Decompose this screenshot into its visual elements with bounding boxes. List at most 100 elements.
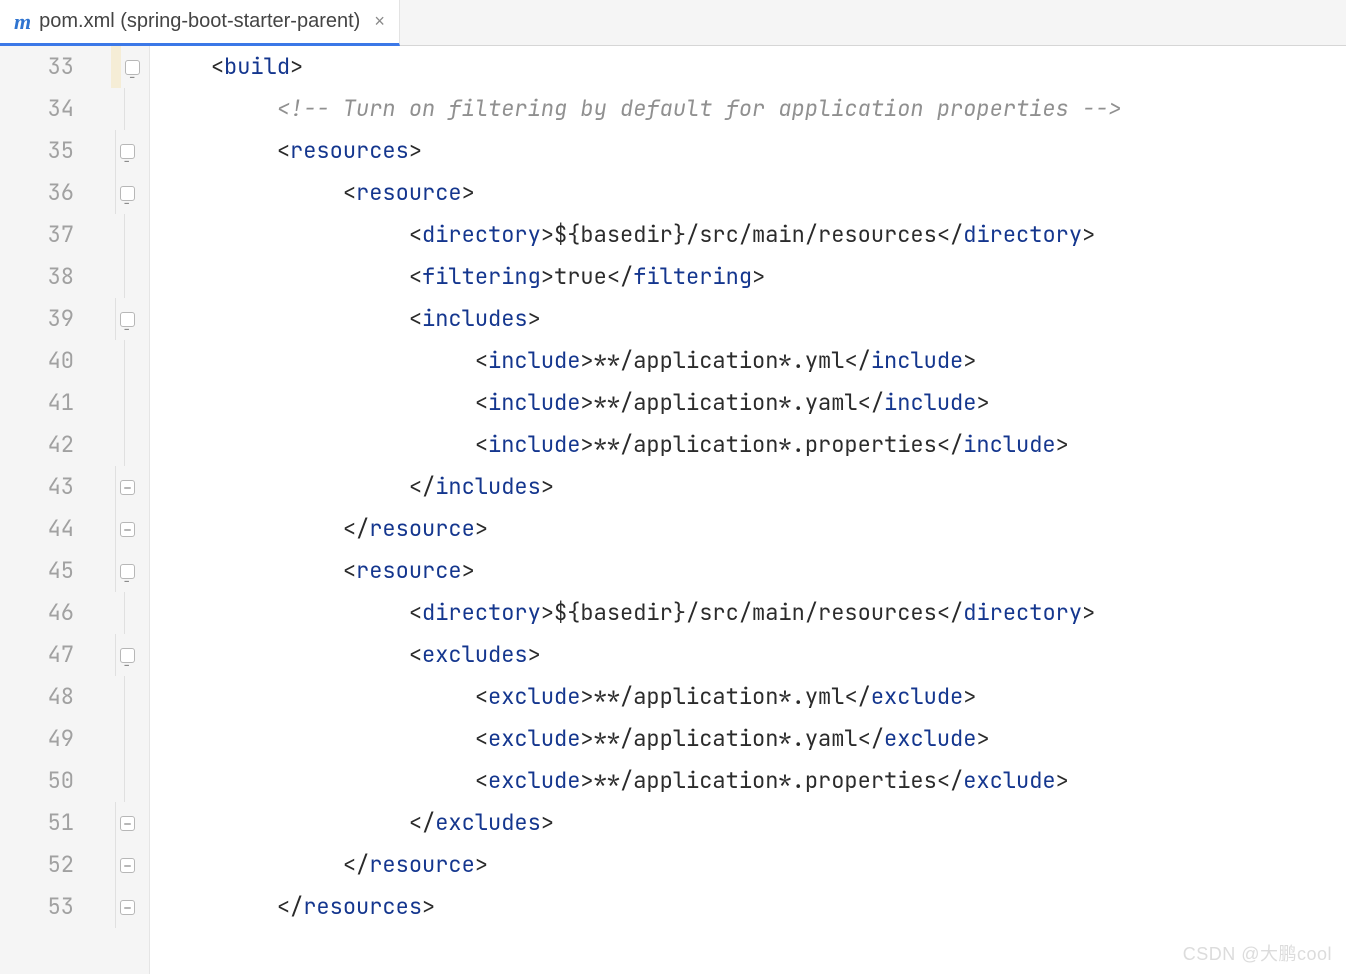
code-token: >: [409, 136, 422, 165]
code-token: </: [937, 220, 963, 249]
line-number: 34: [0, 88, 74, 130]
code-line[interactable]: <resource>: [158, 172, 1346, 214]
xml-tag-name: exclude: [963, 766, 1055, 795]
code-token: <: [475, 346, 488, 375]
line-number: 44: [0, 508, 74, 550]
code-line[interactable]: <directory>${basedir}/src/main/resources…: [158, 214, 1346, 256]
code-line[interactable]: <resource>: [158, 550, 1346, 592]
code-token: </: [343, 514, 369, 543]
xml-tag-name: include: [488, 388, 580, 417]
code-token: <: [409, 640, 422, 669]
fold-cell[interactable]: [92, 844, 149, 886]
code-token: <: [409, 304, 422, 333]
fold-cell[interactable]: [92, 508, 149, 550]
line-number: 53: [0, 886, 74, 928]
fold-cell[interactable]: [92, 634, 149, 676]
code-token: </: [844, 346, 870, 375]
xml-tag-name: resource: [369, 514, 475, 543]
code-token: **/application*.yml: [594, 346, 845, 375]
code-line[interactable]: <filtering>true</filtering>: [158, 256, 1346, 298]
fold-cell[interactable]: [92, 886, 149, 928]
code-token: >: [580, 724, 593, 753]
code-token: >: [1056, 766, 1069, 795]
code-token: >: [541, 262, 554, 291]
code-token: </: [937, 766, 963, 795]
xml-tag-name: exclude: [488, 766, 580, 795]
fold-cell[interactable]: [92, 298, 149, 340]
code-token: >: [580, 766, 593, 795]
line-number: 52: [0, 844, 74, 886]
code-token: <: [475, 388, 488, 417]
code-line[interactable]: </resource>: [158, 508, 1346, 550]
fold-cell[interactable]: [92, 172, 149, 214]
fold-collapse-icon: [120, 144, 135, 159]
fold-cell: [92, 340, 149, 382]
code-token: >: [541, 598, 554, 627]
xml-tag-name: exclude: [871, 682, 963, 711]
fold-cell[interactable]: [92, 550, 149, 592]
code-token: ${basedir}/src/main/resources: [554, 220, 937, 249]
code-line[interactable]: </includes>: [158, 466, 1346, 508]
xml-tag-name: exclude: [884, 724, 976, 753]
code-line[interactable]: <exclude>**/application*.yml</exclude>: [158, 676, 1346, 718]
tab-bar: m pom.xml (spring-boot-starter-parent) ×: [0, 0, 1346, 46]
xml-tag-name: resource: [369, 850, 475, 879]
line-number: 49: [0, 718, 74, 760]
line-number: 37: [0, 214, 74, 256]
code-token: **/application*.properties: [594, 430, 937, 459]
code-token: </: [937, 430, 963, 459]
xml-tag-name: filtering: [422, 262, 541, 291]
code-line[interactable]: <includes>: [158, 298, 1346, 340]
code-token: >: [580, 388, 593, 417]
xml-tag-name: excludes: [422, 640, 528, 669]
xml-tag-name: exclude: [488, 682, 580, 711]
code-line[interactable]: <resources>: [158, 130, 1346, 172]
code-line[interactable]: <include>**/application*.yaml</include>: [158, 382, 1346, 424]
code-line[interactable]: <exclude>**/application*.yaml</exclude>: [158, 718, 1346, 760]
code-token: >: [541, 808, 554, 837]
code-token: </: [937, 598, 963, 627]
code-line[interactable]: <excludes>: [158, 634, 1346, 676]
xml-tag-name: resource: [356, 556, 462, 585]
fold-cell: [92, 382, 149, 424]
code-token: >: [580, 346, 593, 375]
code-area[interactable]: <build> <!-- Turn on filtering by defaul…: [150, 46, 1346, 974]
fold-gutter[interactable]: [92, 46, 150, 974]
code-line[interactable]: <include>**/application*.yml</include>: [158, 340, 1346, 382]
fold-collapse-icon: [120, 648, 135, 663]
code-token: </: [343, 850, 369, 879]
code-token: <: [343, 556, 356, 585]
close-icon[interactable]: ×: [374, 11, 385, 32]
code-token: >: [976, 724, 989, 753]
fold-end-icon: [120, 858, 135, 873]
code-token: >: [963, 346, 976, 375]
line-number: 36: [0, 172, 74, 214]
fold-cell[interactable]: [92, 46, 149, 88]
xml-tag-name: includes: [422, 304, 528, 333]
xml-tag-name: directory: [422, 220, 541, 249]
xml-tag-name: include: [884, 388, 976, 417]
code-line[interactable]: <exclude>**/application*.properties</exc…: [158, 760, 1346, 802]
xml-tag-name: build: [224, 52, 290, 81]
editor-tab[interactable]: m pom.xml (spring-boot-starter-parent) ×: [0, 0, 400, 46]
code-token: </: [607, 262, 633, 291]
code-line[interactable]: <directory>${basedir}/src/main/resources…: [158, 592, 1346, 634]
xml-tag-name: resources: [290, 136, 409, 165]
code-line[interactable]: </resources>: [158, 886, 1346, 928]
line-number: 39: [0, 298, 74, 340]
code-line[interactable]: <!-- Turn on filtering by default for ap…: [158, 88, 1346, 130]
code-token: <: [409, 598, 422, 627]
editor-tab-title: pom.xml (spring-boot-starter-parent): [39, 10, 360, 33]
code-line[interactable]: </resource>: [158, 844, 1346, 886]
fold-end-icon: [120, 480, 135, 495]
code-token: ${basedir}/src/main/resources: [554, 598, 937, 627]
fold-cell: [92, 760, 149, 802]
code-token: <: [409, 262, 422, 291]
code-line[interactable]: <build>: [158, 46, 1346, 88]
fold-cell[interactable]: [92, 802, 149, 844]
code-line[interactable]: <include>**/application*.properties</inc…: [158, 424, 1346, 466]
code-editor[interactable]: 3334353637383940414243444546474849505152…: [0, 46, 1346, 974]
code-line[interactable]: </excludes>: [158, 802, 1346, 844]
fold-cell[interactable]: [92, 466, 149, 508]
fold-cell[interactable]: [92, 130, 149, 172]
